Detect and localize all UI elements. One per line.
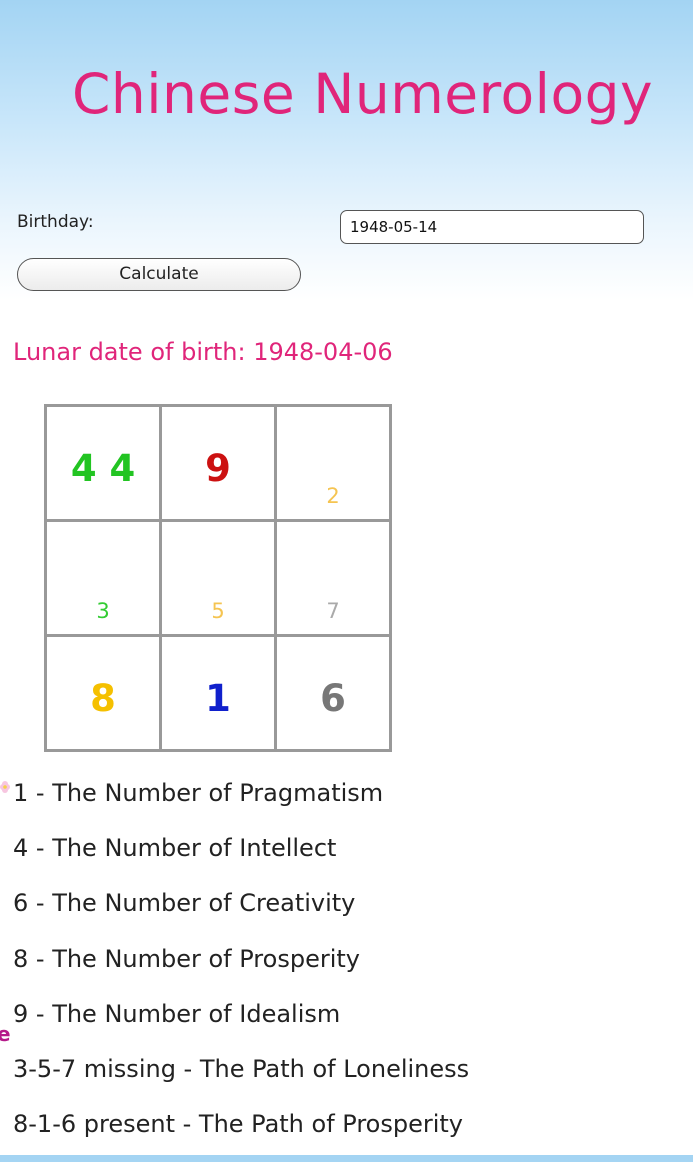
grid-cell: 9 xyxy=(159,404,277,522)
result-item: 3-5-7 missing - The Path of Loneliness xyxy=(13,1054,470,1083)
lo-shu-grid: 4 4 9 2 3 5 7 8 1 6 xyxy=(44,404,392,752)
grid-number-small: 7 xyxy=(326,599,340,623)
result-item: 9 - The Number of Idealism xyxy=(13,999,341,1028)
grid-number-large: 6 xyxy=(320,677,346,720)
result-item: 4 - The Number of Intellect xyxy=(13,834,337,863)
grid-cell: 5 xyxy=(159,519,277,637)
edge-letter: e xyxy=(0,1022,11,1046)
grid-number-large: 1 xyxy=(205,677,231,720)
result-item: 8-1-6 present - The Path of Prosperity xyxy=(13,1110,464,1139)
grid-number-small: 5 xyxy=(211,599,225,623)
grid-cell: 2 xyxy=(274,404,392,522)
grid-cell: 8 xyxy=(44,634,162,752)
grid-number-large: 4 4 xyxy=(70,447,136,490)
grid-cell: 6 xyxy=(274,634,392,752)
result-item: 8 - The Number of Prosperity xyxy=(13,944,360,973)
result-item: 6 - The Number of Creativity xyxy=(13,889,356,918)
grid-number-large: 8 xyxy=(90,677,116,720)
grid-number-large: 9 xyxy=(205,447,231,490)
results-list: 1 - The Number of Pragmatism 4 - The Num… xyxy=(13,776,469,1162)
grid-cell: 4 4 xyxy=(44,404,162,522)
grid-cell: 1 xyxy=(159,634,277,752)
flower-icon xyxy=(0,780,12,802)
grid-number-small: 2 xyxy=(326,484,340,508)
grid-cell: 7 xyxy=(274,519,392,637)
page-title: Chinese Numerology xyxy=(72,62,654,126)
calculate-button[interactable]: Calculate xyxy=(17,258,301,291)
grid-cell: 3 xyxy=(44,519,162,637)
birthday-label: Birthday: xyxy=(17,212,94,232)
birthday-input[interactable] xyxy=(340,210,644,244)
grid-number-small: 3 xyxy=(96,599,110,623)
result-item: 1 - The Number of Pragmatism xyxy=(13,779,384,807)
lunar-date-text: Lunar date of birth: 1948-04-06 xyxy=(13,338,393,366)
